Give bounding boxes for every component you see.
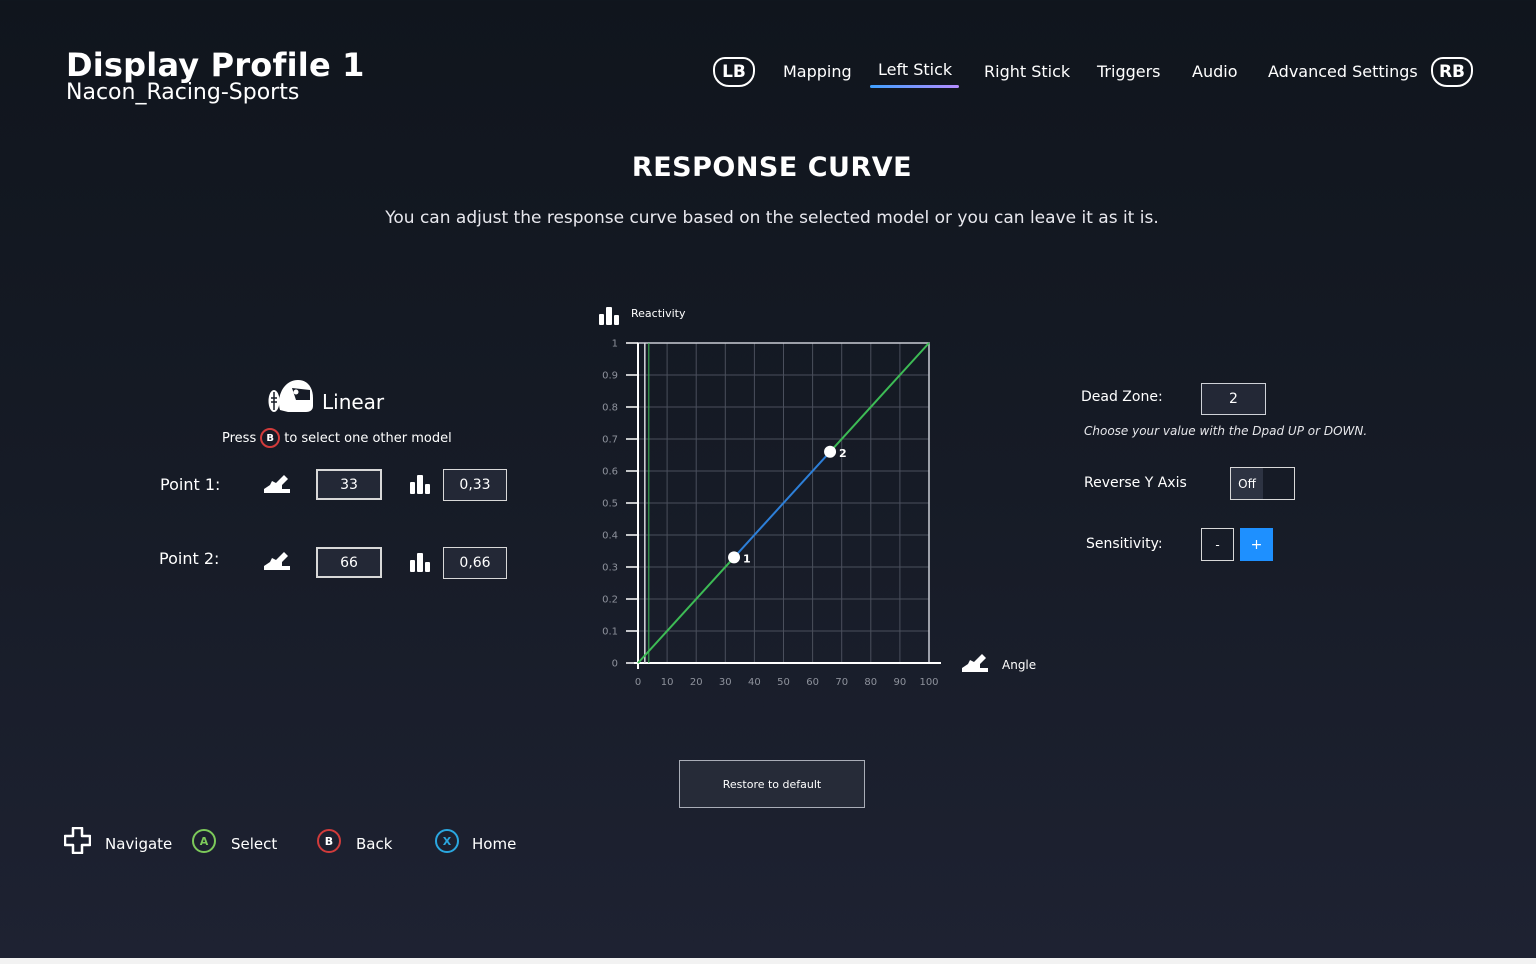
x-button-icon: X (435, 829, 459, 853)
helmet-icon (268, 380, 313, 412)
dpad-hint: Choose your value with the Dpad UP or DO… (1084, 424, 1368, 438)
model-select-hint: Press B to select one other model (222, 428, 452, 448)
window-bottom-edge (0, 958, 1536, 964)
toggle-off-state: Off (1231, 468, 1263, 499)
rb-label: RB (1438, 62, 1466, 82)
y-tick-label: 0 (612, 659, 618, 670)
stick-angle-icon (264, 475, 290, 493)
curve-segment (829, 342, 930, 453)
model-name[interactable]: Linear (322, 390, 384, 414)
x-tick-label: 0 (635, 677, 641, 688)
point-1-label: Point 1: (160, 475, 221, 494)
lb-bumper-icon[interactable]: LB (713, 57, 755, 87)
tab-mapping[interactable]: Mapping (783, 62, 852, 81)
x-tick-label: 40 (748, 677, 761, 688)
point-1-reactivity-input[interactable]: 0,33 (443, 469, 507, 501)
x-tick-label: 20 (690, 677, 703, 688)
y-tick-label: 1 (612, 339, 618, 350)
point-2-angle-input[interactable]: 66 (316, 547, 382, 578)
hint-suffix: to select one other model (284, 430, 452, 446)
stick-angle-icon (264, 552, 290, 570)
reactivity-bars-icon (599, 307, 619, 325)
y-tick-label: 0.4 (602, 531, 618, 542)
curve-segment (733, 451, 831, 559)
b-button-icon: B (317, 829, 341, 853)
active-tab-underline (870, 85, 959, 88)
tab-audio[interactable]: Audio (1192, 62, 1237, 81)
dead-zone-input[interactable]: 2 (1201, 383, 1266, 415)
x-tick-label: 70 (835, 677, 848, 688)
control-point-label: 2 (839, 447, 847, 460)
y-tick-labels: 0 0.1 0.2 0.3 0.4 0.5 0.6 0.7 0.8 0.9 1 (602, 339, 638, 670)
reverse-y-axis-label: Reverse Y Axis (1084, 475, 1187, 491)
footer-navigate: Navigate (105, 835, 173, 853)
tab-advanced-settings[interactable]: Advanced Settings (1268, 62, 1418, 81)
y-tick-label: 0.3 (602, 563, 618, 574)
dpad-icon (64, 827, 91, 854)
y-axis-label: Reactivity (631, 307, 686, 320)
profile-subtitle: Nacon_Racing-Sports (66, 80, 300, 105)
point-2-label: Point 2: (159, 549, 220, 568)
y-tick-label: 0.5 (602, 499, 618, 510)
chart-axes (634, 342, 941, 669)
sensitivity-label: Sensitivity: (1086, 536, 1163, 552)
y-tick-label: 0.9 (602, 371, 618, 382)
sensitivity-minus-button[interactable]: - (1201, 528, 1234, 561)
sensitivity-plus-button[interactable]: + (1240, 528, 1273, 561)
reactivity-bars-icon (410, 475, 430, 494)
response-curve-chart[interactable]: 0 0.1 0.2 0.3 0.4 0.5 0.6 0.7 0.8 0.9 1 0 10 20 30 40 5… (592, 300, 1042, 700)
x-tick-label: 100 (919, 677, 938, 688)
tab-left-stick[interactable]: Left Stick (878, 60, 952, 79)
x-tick-label: 90 (894, 677, 907, 688)
dead-zone-label: Dead Zone: (1081, 389, 1163, 405)
x-axis-label: Angle (1002, 658, 1036, 672)
stick-angle-icon (962, 654, 988, 672)
profile-title: Display Profile 1 (66, 46, 365, 84)
x-tick-label: 50 (777, 677, 790, 688)
curve-control-points[interactable]: 12 (728, 445, 847, 566)
y-tick-label: 0.7 (602, 435, 618, 446)
x-tick-label: 10 (661, 677, 674, 688)
x-tick-label: 80 (864, 677, 877, 688)
y-tick-label: 0.6 (602, 467, 618, 478)
tab-triggers[interactable]: Triggers (1097, 62, 1161, 81)
point-1-angle-input[interactable]: 33 (316, 469, 382, 500)
x-tick-label: 60 (806, 677, 819, 688)
control-point-label: 1 (743, 552, 751, 565)
control-point-handle[interactable] (824, 445, 837, 458)
hint-prefix: Press (222, 430, 257, 446)
reactivity-bars-icon (410, 553, 430, 572)
y-tick-label: 0.1 (602, 627, 618, 638)
control-point-handle[interactable] (728, 551, 741, 564)
section-title: RESPONSE CURVE (631, 152, 913, 183)
rb-bumper-icon[interactable]: RB (1431, 57, 1473, 87)
footer-back: Back (356, 835, 393, 853)
curve-segment (637, 556, 735, 664)
x-tick-label: 30 (719, 677, 732, 688)
footer-home: Home (472, 835, 517, 853)
section-description: You can adjust the response curve based … (385, 208, 1159, 228)
a-button-icon: A (192, 829, 216, 853)
restore-default-button[interactable]: Restore to default (679, 760, 865, 808)
footer-select: Select (231, 835, 278, 853)
y-tick-label: 0.2 (602, 595, 618, 606)
lb-label: LB (722, 62, 746, 82)
point-2-reactivity-input[interactable]: 0,66 (443, 547, 507, 579)
tab-right-stick[interactable]: Right Stick (984, 62, 1070, 81)
x-tick-labels: 0 10 20 30 40 50 60 70 80 90 100 (635, 677, 939, 688)
y-tick-label: 0.8 (602, 403, 618, 414)
b-button-icon: B (260, 428, 281, 448)
reverse-y-axis-toggle[interactable]: Off (1230, 467, 1295, 500)
